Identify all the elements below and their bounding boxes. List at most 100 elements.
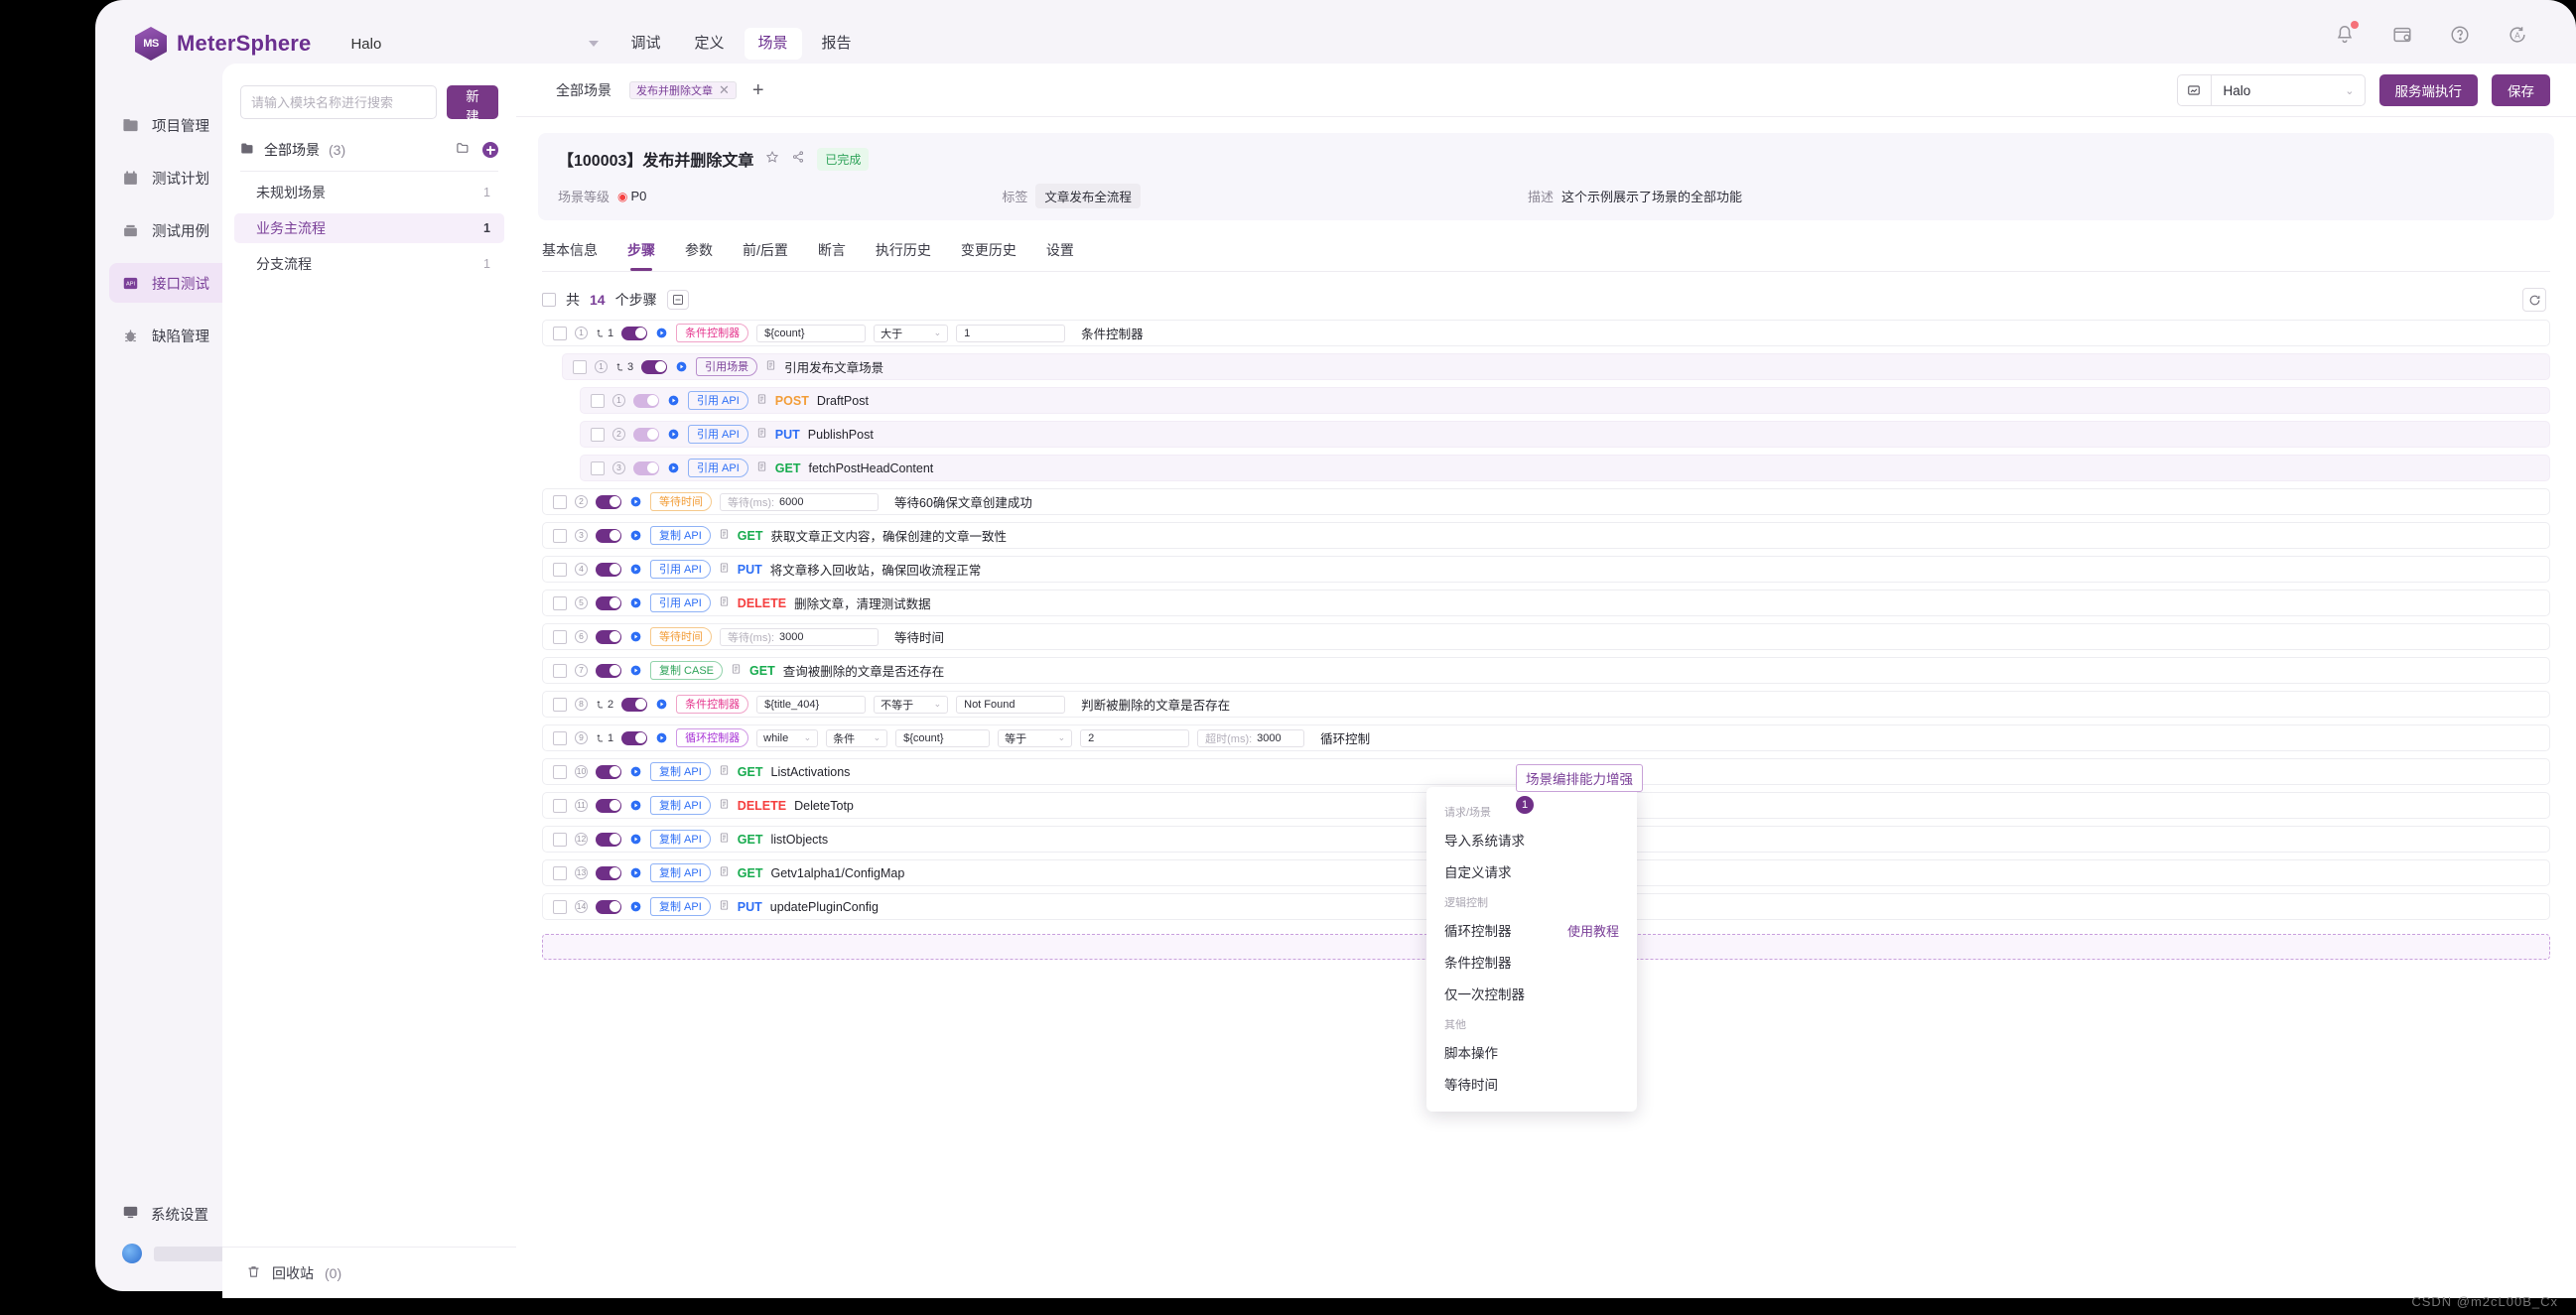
run-step-icon[interactable] xyxy=(629,563,642,576)
step-field-input[interactable]: Not Found xyxy=(956,696,1065,714)
environment-select[interactable]: Halo ⌄ xyxy=(2177,74,2366,106)
step-checkbox[interactable] xyxy=(553,799,567,813)
step-field-input[interactable]: ${title_404} xyxy=(756,696,866,714)
subtab-params[interactable]: 参数 xyxy=(685,228,713,271)
step-enable-toggle[interactable] xyxy=(596,630,621,644)
step-field-input[interactable]: 等待(ms):6000 xyxy=(720,493,879,511)
step-row[interactable]: 6等待时间等待(ms):3000等待时间 xyxy=(542,623,2550,650)
calendar-icon[interactable] xyxy=(2391,24,2413,46)
step-enable-toggle[interactable] xyxy=(621,698,647,712)
refresh-icon[interactable] xyxy=(2522,288,2546,312)
subtab-pre-post[interactable]: 前/后置 xyxy=(743,228,788,271)
step-row[interactable]: 91循环控制器while⌄条件⌄${count}等于⌄2超时(ms):3000循… xyxy=(542,724,2550,751)
step-field-input[interactable]: 1 xyxy=(956,325,1065,342)
step-enable-toggle[interactable] xyxy=(633,394,659,408)
run-step-icon[interactable] xyxy=(667,461,680,474)
help-icon[interactable] xyxy=(2449,24,2471,46)
bell-icon[interactable] xyxy=(2334,24,2356,46)
step-enable-toggle[interactable] xyxy=(641,360,667,374)
step-checkbox[interactable] xyxy=(553,833,567,847)
step-row[interactable]: 3引用 APIGETfetchPostHeadContent xyxy=(580,455,2550,481)
step-checkbox[interactable] xyxy=(553,866,567,880)
step-checkbox[interactable] xyxy=(591,394,605,408)
step-row[interactable]: 13引用场景引用发布文章场景 xyxy=(562,353,2550,380)
step-enable-toggle[interactable] xyxy=(596,664,621,678)
run-step-icon[interactable] xyxy=(629,495,642,508)
step-enable-toggle[interactable] xyxy=(596,833,621,847)
run-step-icon[interactable] xyxy=(629,630,642,643)
step-checkbox[interactable] xyxy=(573,360,587,374)
menu-item[interactable]: 导入系统请求 xyxy=(1426,824,1637,855)
step-row[interactable]: 4引用 APIPUT将文章移入回收站，确保回收流程正常 xyxy=(542,556,2550,583)
menu-item[interactable]: 条件控制器 xyxy=(1426,946,1637,978)
run-step-icon[interactable] xyxy=(655,731,668,744)
tab-all-scenarios[interactable]: 全部场景 xyxy=(542,75,625,105)
step-checkbox[interactable] xyxy=(553,495,567,509)
step-checkbox[interactable] xyxy=(553,698,567,712)
tutorial-link[interactable]: 使用教程 xyxy=(1567,921,1619,940)
step-field-select[interactable]: 大于⌄ xyxy=(874,325,948,342)
step-field-select[interactable]: 等于⌄ xyxy=(998,729,1072,747)
step-field-input[interactable]: ${count} xyxy=(895,729,990,747)
menu-item[interactable]: 自定义请求 xyxy=(1426,855,1637,887)
step-checkbox[interactable] xyxy=(553,664,567,678)
nav-item-debug[interactable]: 调试 xyxy=(616,28,674,60)
project-select[interactable]: Halo xyxy=(350,27,599,61)
step-enable-toggle[interactable] xyxy=(596,563,621,577)
run-step-icon[interactable] xyxy=(655,698,668,711)
step-enable-toggle[interactable] xyxy=(596,765,621,779)
step-checkbox[interactable] xyxy=(553,596,567,610)
nav-item-report[interactable]: 报告 xyxy=(808,28,866,60)
tree-node-unplanned[interactable]: 未规划场景 1 xyxy=(234,178,504,207)
step-checkbox[interactable] xyxy=(553,731,567,745)
step-checkbox[interactable] xyxy=(553,630,567,644)
step-row[interactable]: 11条件控制器${count}大于⌄1条件控制器 xyxy=(542,320,2550,346)
step-field-input[interactable]: 等待(ms):3000 xyxy=(720,628,879,646)
tab-publish-delete-article[interactable]: 发布并删除文章 ✕ xyxy=(629,81,737,99)
step-field-select[interactable]: 条件⌄ xyxy=(826,729,887,747)
step-row[interactable]: 7复制 CASEGET查询被删除的文章是否还存在 xyxy=(542,657,2550,684)
subtab-exec-history[interactable]: 执行历史 xyxy=(876,228,931,271)
step-field-input[interactable]: ${count} xyxy=(756,325,866,342)
add-tab-icon[interactable]: + xyxy=(752,80,764,100)
run-step-icon[interactable] xyxy=(629,596,642,609)
run-step-icon[interactable] xyxy=(629,529,642,542)
step-field-select[interactable]: 不等于⌄ xyxy=(874,696,948,714)
step-row[interactable]: 5引用 APIDELETE删除文章，清理测试数据 xyxy=(542,590,2550,616)
add-module-icon[interactable] xyxy=(482,142,498,158)
module-search-input[interactable] xyxy=(240,85,437,119)
step-row[interactable]: 2等待时间等待(ms):6000等待60确保文章创建成功 xyxy=(542,488,2550,515)
folder-code-icon[interactable] xyxy=(456,141,471,159)
step-row[interactable]: 82条件控制器${title_404}不等于⌄Not Found判断被删除的文章… xyxy=(542,691,2550,718)
run-step-icon[interactable] xyxy=(629,900,642,913)
step-checkbox[interactable] xyxy=(553,900,567,914)
step-enable-toggle[interactable] xyxy=(596,529,621,543)
step-field-input[interactable]: 2 xyxy=(1080,729,1189,747)
step-enable-toggle[interactable] xyxy=(596,799,621,813)
server-run-button[interactable]: 服务端执行 xyxy=(2379,74,2479,106)
step-checkbox[interactable] xyxy=(591,461,605,475)
menu-item[interactable]: 仅一次控制器 xyxy=(1426,978,1637,1009)
subtab-basic-info[interactable]: 基本信息 xyxy=(542,228,598,271)
step-enable-toggle[interactable] xyxy=(596,900,621,914)
nav-item-definition[interactable]: 定义 xyxy=(680,28,738,60)
step-enable-toggle[interactable] xyxy=(596,495,621,509)
subtab-change-history[interactable]: 变更历史 xyxy=(961,228,1017,271)
step-enable-toggle[interactable] xyxy=(633,461,659,475)
step-field-input[interactable]: 超时(ms):3000 xyxy=(1197,729,1304,747)
step-row[interactable]: 3复制 APIGET获取文章正文内容，确保创建的文章一致性 xyxy=(542,522,2550,549)
subtab-assertion[interactable]: 断言 xyxy=(818,228,846,271)
subtab-settings[interactable]: 设置 xyxy=(1046,228,1074,271)
run-step-icon[interactable] xyxy=(629,799,642,812)
expand-collapse-icon[interactable] xyxy=(667,290,689,310)
step-enable-toggle[interactable] xyxy=(633,428,659,442)
run-step-icon[interactable] xyxy=(675,360,688,373)
step-field-select[interactable]: while⌄ xyxy=(756,729,818,747)
star-icon[interactable] xyxy=(765,150,779,169)
step-enable-toggle[interactable] xyxy=(621,731,647,745)
run-step-icon[interactable] xyxy=(629,866,642,879)
menu-item[interactable]: 脚本操作 xyxy=(1426,1036,1637,1068)
tree-node-main-flow[interactable]: 业务主流程 1 xyxy=(234,213,504,243)
run-step-icon[interactable] xyxy=(629,664,642,677)
step-enable-toggle[interactable] xyxy=(596,866,621,880)
